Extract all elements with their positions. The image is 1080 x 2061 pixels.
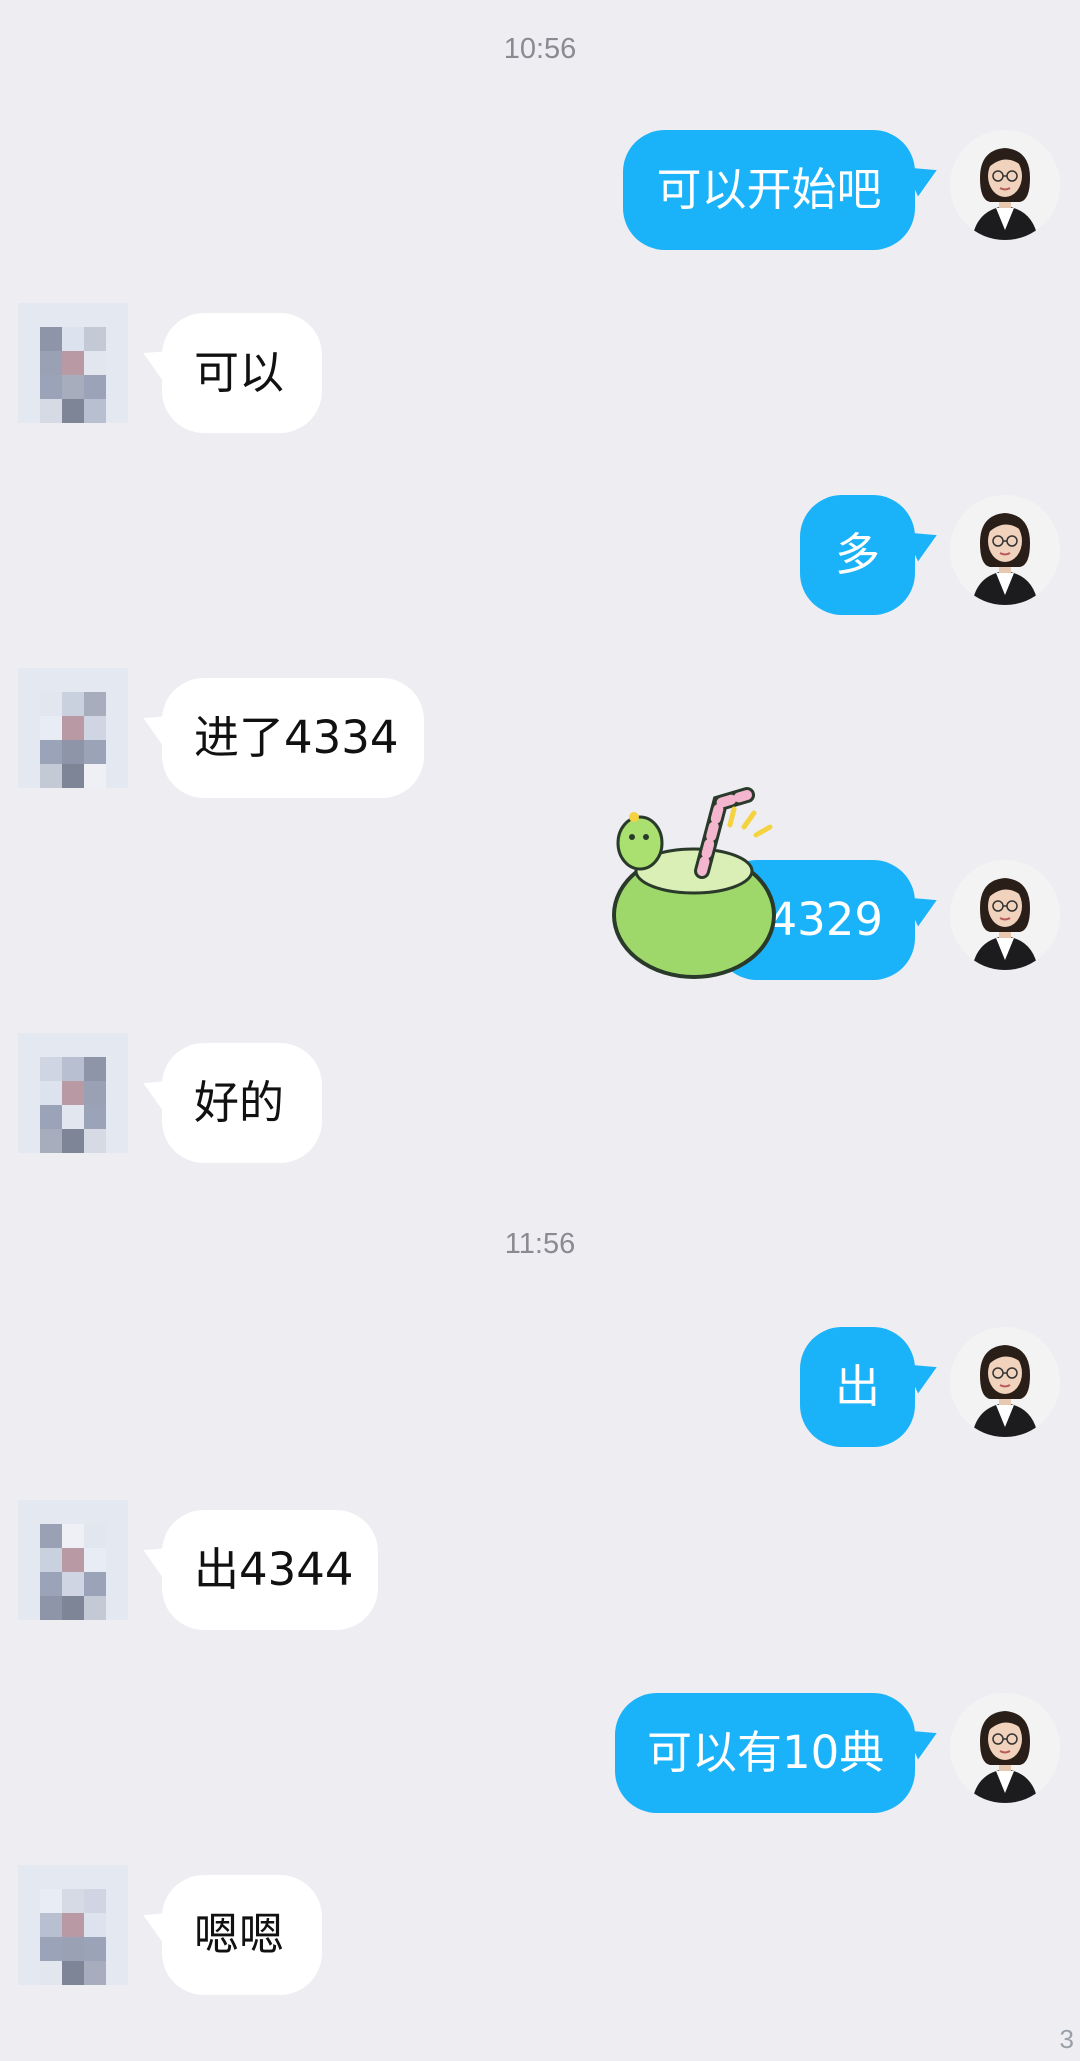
message-row-outgoing: 多 (0, 495, 1080, 625)
corner-mark: 3 (1059, 2024, 1074, 2054)
message-row-outgoing: 出 (0, 1327, 1080, 1457)
contact-avatar-icon[interactable] (18, 1033, 130, 1155)
woman-portrait-icon (950, 1693, 1060, 1803)
message-row-incoming: 出4344 (0, 1500, 1080, 1640)
woman-portrait-icon (950, 1327, 1060, 1437)
my-avatar-icon[interactable] (950, 1693, 1060, 1803)
contact-avatar-icon[interactable] (18, 1865, 130, 1987)
my-avatar-icon[interactable] (950, 130, 1060, 240)
timestamp: 11:56 (504, 1228, 576, 1260)
message-bubble[interactable]: 进了4334 (162, 678, 424, 798)
message-row-outgoing: 可以有10典 (0, 1693, 1080, 1823)
woman-portrait-icon (950, 130, 1060, 240)
message-row-incoming: 嗯嗯 (0, 1865, 1080, 2005)
timestamp: 10:56 (503, 33, 577, 65)
contact-avatar-icon[interactable] (18, 1500, 130, 1622)
message-bubble[interactable]: 多 (800, 495, 915, 615)
message-row-incoming: 好的 (0, 1033, 1080, 1173)
message-bubble[interactable]: 好的 (162, 1043, 322, 1163)
message-bubble[interactable]: 出 (800, 1327, 915, 1447)
contact-avatar-icon[interactable] (18, 668, 130, 790)
message-row-incoming: 可以 (0, 303, 1080, 443)
woman-portrait-icon (950, 860, 1060, 970)
message-row-outgoing: j4329 (0, 860, 1080, 990)
message-row-outgoing: 可以开始吧 (0, 130, 1080, 260)
message-bubble[interactable]: 可以开始吧 (623, 130, 915, 250)
my-avatar-icon[interactable] (950, 495, 1060, 605)
woman-portrait-icon (950, 495, 1060, 605)
message-bubble[interactable]: 可以 (162, 313, 322, 433)
message-bubble[interactable]: 出4344 (162, 1510, 378, 1630)
my-avatar-icon[interactable] (950, 1327, 1060, 1437)
message-bubble[interactable]: 嗯嗯 (162, 1875, 322, 1995)
message-row-incoming: 进了4334 (0, 668, 1080, 808)
contact-avatar-icon[interactable] (18, 303, 130, 425)
coconut-sticker-icon[interactable] (612, 765, 792, 980)
message-bubble[interactable]: 可以有10典 (615, 1693, 915, 1813)
my-avatar-icon[interactable] (950, 860, 1060, 970)
